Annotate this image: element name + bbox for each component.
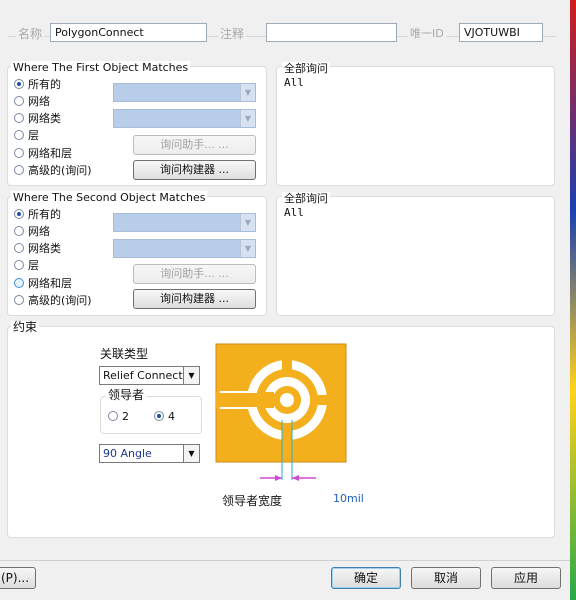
first-query-text[interactable]: All — [284, 76, 304, 89]
conductor-width-value[interactable]: 10mil — [333, 492, 364, 505]
radio-checked-icon — [14, 209, 24, 219]
first-option-net-and-layer[interactable]: 网络和层 — [14, 146, 72, 162]
radio-icon — [14, 130, 24, 140]
radio-icon — [14, 226, 24, 236]
second-netclass-combo[interactable]: ▼ — [113, 239, 256, 258]
first-option-netclass[interactable]: 网络类 — [14, 111, 61, 127]
first-option-layer[interactable]: 层 — [14, 128, 39, 144]
first-object-title: Where The First Object Matches — [11, 61, 191, 74]
comment-field[interactable] — [266, 23, 397, 42]
window-edge-stripe — [570, 0, 576, 600]
chevron-down-icon: ▼ — [240, 240, 255, 257]
uid-label: 唯一ID — [408, 27, 446, 41]
second-net-combo[interactable]: ▼ — [113, 213, 256, 232]
connect-type-select[interactable]: Relief Connect ▼ — [99, 366, 200, 385]
first-net-combo[interactable]: ▼ — [113, 83, 256, 102]
radio-icon — [14, 260, 24, 270]
relief-connect-diagram — [215, 343, 347, 481]
second-query-panel — [276, 196, 555, 316]
conductor-width-label: 领导者宽度 — [222, 494, 283, 508]
ok-button[interactable]: 确定 — [331, 567, 401, 589]
radio-icon — [14, 148, 24, 158]
second-option-advanced[interactable]: 高级的(询问) — [14, 293, 92, 309]
spoke-bottom — [282, 428, 292, 444]
radio-checked-icon — [14, 79, 24, 89]
cancel-button[interactable]: 取消 — [411, 567, 481, 589]
conductor-option-2[interactable]: 2 — [108, 410, 129, 424]
radio-icon — [14, 243, 24, 253]
second-query-helper-button[interactable]: 询问助手... ... — [133, 264, 256, 284]
angle-select[interactable]: 90 Angle ▼ — [99, 444, 200, 463]
chevron-down-icon: ▼ — [240, 214, 255, 231]
first-option-net[interactable]: 网络 — [14, 94, 50, 110]
second-query-builder-button[interactable]: 询问构建器 ... — [133, 289, 256, 309]
second-option-net[interactable]: 网络 — [14, 224, 50, 240]
first-option-advanced[interactable]: 高级的(询问) — [14, 163, 92, 179]
constraints-title: 约束 — [11, 320, 40, 334]
comment-label: 注释 — [218, 27, 247, 41]
second-option-netclass[interactable]: 网络类 — [14, 241, 61, 257]
radio-hover-icon — [14, 278, 24, 288]
chevron-down-icon: ▼ — [183, 367, 199, 384]
connect-type-label: 关联类型 — [100, 347, 149, 361]
second-query-text[interactable]: All — [284, 206, 304, 219]
name-label: 名称 — [16, 27, 45, 41]
second-object-title: Where The Second Object Matches — [11, 191, 208, 204]
relief-hole — [280, 393, 294, 407]
spoke-top — [282, 356, 292, 372]
second-query-title: 全部询问 — [282, 192, 330, 205]
first-option-all[interactable]: 所有的 — [14, 77, 61, 93]
radio-checked-icon — [154, 411, 164, 421]
first-netclass-combo[interactable]: ▼ — [113, 109, 256, 128]
second-option-layer[interactable]: 层 — [14, 258, 39, 274]
chevron-down-icon: ▼ — [240, 84, 255, 101]
radio-icon — [14, 113, 24, 123]
apply-button[interactable]: 应用 — [491, 567, 561, 589]
first-query-panel — [276, 66, 555, 186]
first-query-builder-button[interactable]: 询问构建器 ... — [133, 160, 256, 180]
chevron-down-icon: ▼ — [240, 110, 255, 127]
radio-icon — [14, 165, 24, 175]
second-option-net-and-layer[interactable]: 网络和层 — [14, 276, 72, 292]
radio-icon — [108, 411, 118, 421]
left-partial-button[interactable]: (P)... — [0, 567, 36, 589]
spoke-right — [315, 395, 331, 405]
radio-icon — [14, 295, 24, 305]
conductors-label: 领导者 — [106, 388, 147, 402]
first-query-helper-button[interactable]: 询问助手... ... — [133, 135, 256, 155]
second-option-all[interactable]: 所有的 — [14, 207, 61, 223]
track-left — [216, 392, 274, 408]
first-query-title: 全部询问 — [282, 62, 330, 75]
chevron-down-icon: ▼ — [183, 445, 199, 462]
conductor-option-4[interactable]: 4 — [154, 410, 175, 424]
uid-field[interactable]: VJOTUWBI — [459, 23, 543, 42]
footer-divider — [0, 560, 570, 561]
radio-icon — [14, 96, 24, 106]
name-field[interactable]: PolygonConnect — [50, 23, 207, 42]
